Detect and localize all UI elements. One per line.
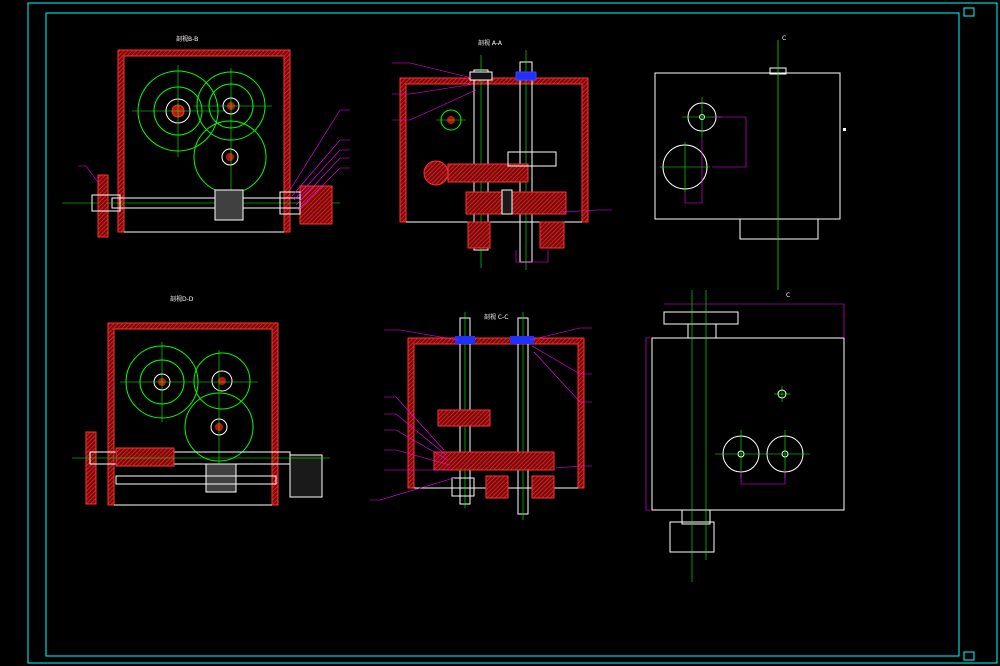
view-title-section-b: 剖视B-B <box>176 35 198 43</box>
dimension-line <box>740 470 786 485</box>
view-top <box>645 290 845 582</box>
gear-bottom-bore <box>226 153 234 161</box>
section-mark-bottom: C <box>786 292 790 299</box>
housing-section-d <box>107 322 279 506</box>
dimension-line <box>645 337 652 511</box>
worm-wheel <box>423 160 449 186</box>
motor <box>289 454 323 498</box>
cad-drawing-canvas: 剖视B-B 剖视 A-A C C 剖视D-D 剖视 C-C <box>27 2 998 664</box>
gear-train <box>433 451 555 471</box>
view-side: C C <box>654 35 846 299</box>
lower-gear <box>467 221 491 249</box>
view-title-section-d: 剖视D-D <box>170 295 194 303</box>
threaded-rod <box>115 447 175 467</box>
outer-border <box>27 2 998 664</box>
corner-mark-br <box>963 651 975 661</box>
view-title-section-a: 剖视 A-A <box>478 39 503 47</box>
bolt <box>515 71 537 81</box>
view-title-section-c: 剖视 C-C <box>484 313 508 321</box>
lower-gear <box>531 475 555 499</box>
top-shaft <box>663 311 739 325</box>
view-section-c: 剖视 C-C <box>370 312 592 520</box>
dimension-line <box>664 303 845 338</box>
gear-upper <box>437 409 491 427</box>
lower-gear <box>539 221 565 249</box>
lower-gear <box>485 475 509 499</box>
corner-mark-tr <box>963 7 975 17</box>
bearing <box>451 477 475 497</box>
section-mark-top: C <box>782 35 786 42</box>
side-housing <box>654 72 841 220</box>
dimension-line <box>712 116 747 168</box>
shaft-lower <box>115 475 277 485</box>
view-section-d: 剖视D-D <box>72 295 330 506</box>
gear-pillar <box>501 189 513 215</box>
view-section-a: 剖视 A-A <box>392 39 612 270</box>
handwheel <box>85 431 97 505</box>
shaft-top-cap <box>469 71 493 81</box>
worm <box>214 189 244 221</box>
side-base <box>739 218 819 240</box>
worm-shaft <box>447 163 529 183</box>
worm <box>205 463 237 493</box>
gear-train <box>465 191 567 215</box>
view-section-b: 剖视B-B <box>62 35 350 238</box>
marker <box>843 128 846 131</box>
